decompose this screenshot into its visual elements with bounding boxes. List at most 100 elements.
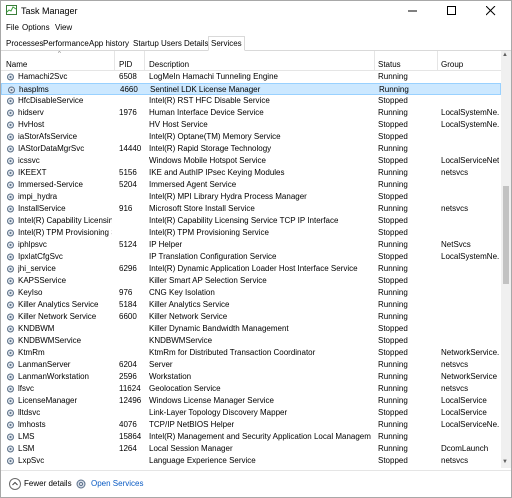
table-row[interactable]: IpxlatCfgSvc IP Translation Configuration… xyxy=(1,251,501,263)
gear-service-icon xyxy=(7,241,14,249)
table-row[interactable]: KtmRm KtmRm for Distributed Transaction C… xyxy=(1,347,501,359)
tab-app-history[interactable]: App history xyxy=(86,36,132,51)
maximize-icon xyxy=(447,6,456,15)
cell-status: Stopped xyxy=(378,324,408,333)
cell-status: Running xyxy=(378,288,408,297)
cell-pid: 15864 xyxy=(119,432,142,441)
cell-status: Stopped xyxy=(378,456,408,465)
cell-pid: 6600 xyxy=(119,312,137,321)
table-row[interactable]: HfcDisableService Intel(R) RST HFC Disabl… xyxy=(1,95,501,107)
gear-service-icon xyxy=(7,109,14,117)
table-row[interactable]: jhi_service 6296 Intel(R) Dynamic Applicat… xyxy=(1,263,501,275)
cell-group: LocalServiceNet... xyxy=(441,156,499,165)
tab-services[interactable]: Services xyxy=(208,36,245,51)
column-divider[interactable] xyxy=(437,51,438,70)
tab-performance[interactable]: Performance xyxy=(40,36,92,51)
table-row[interactable]: Intel(R) TPM Provisioning Se... Intel(R) … xyxy=(1,227,501,239)
tab-strip: Processes Performance App history Startu… xyxy=(1,36,511,51)
column-divider[interactable] xyxy=(374,51,375,70)
table-row[interactable]: InstallService 916 Microsoft Store Install… xyxy=(1,203,501,215)
table-row[interactable]: IKEEXT 5156 IKE and AuthIP IPsec Keying Mo… xyxy=(1,167,501,179)
gear-service-icon xyxy=(7,181,14,189)
gear-service-icon xyxy=(7,277,14,285)
cell-group: NetworkService xyxy=(441,372,498,381)
open-services-link[interactable]: Open Services xyxy=(91,479,143,488)
table-row[interactable]: IAStorDataMgrSvc 14440 Intel(R) Rapid Stor… xyxy=(1,143,501,155)
services-gear-icon[interactable] xyxy=(75,478,87,490)
column-header-group[interactable]: Group xyxy=(441,60,463,69)
cell-description: Local Session Manager xyxy=(149,444,233,453)
table-row[interactable]: LMS 15864 Intel(R) Management and Security… xyxy=(1,431,501,443)
table-row[interactable]: hasplms 4660 Sentinel LDK License Manager R… xyxy=(1,83,501,95)
cell-description: LogMeIn Hamachi Tunneling Engine xyxy=(149,72,278,81)
table-row[interactable]: LxpSvc Language Experience Service Stopped… xyxy=(1,455,501,467)
table-row[interactable]: LicenseManager 12496 Windows License Manag… xyxy=(1,395,501,407)
cell-group: netsvcs xyxy=(441,384,469,393)
cell-pid: 5156 xyxy=(119,168,137,177)
table-row[interactable]: lmhosts 4076 TCP/IP NetBIOS Helper Running L… xyxy=(1,419,501,431)
table-row[interactable]: iphlpsvc 5124 IP Helper Running NetSvcs xyxy=(1,239,501,251)
table-row[interactable]: icssvc Windows Mobile Hotspot Service Stop… xyxy=(1,155,501,167)
table-row[interactable]: Killer Analytics Service 5184 Killer Analy… xyxy=(1,299,501,311)
table-row[interactable]: Intel(R) Capability Licensing ... Intel(R… xyxy=(1,215,501,227)
menu-options[interactable]: Options xyxy=(22,23,50,32)
cell-status: Stopped xyxy=(378,348,408,357)
gear-service-icon xyxy=(7,421,14,429)
cell-group: netsvcs xyxy=(441,204,469,213)
chevron-up-icon[interactable] xyxy=(9,478,21,490)
scrollbar-thumb[interactable] xyxy=(503,186,509,284)
table-row[interactable]: LanmanWorkstation 2596 Workstation Running N… xyxy=(1,371,501,383)
chevron-up-glyph xyxy=(12,481,18,486)
cell-name: KNDBWM xyxy=(18,324,55,333)
cell-status: Stopped xyxy=(378,132,408,141)
tab-details[interactable]: Details xyxy=(181,36,211,51)
cell-description: Sentinel LDK License Manager xyxy=(150,85,261,94)
cell-group: netsvcs xyxy=(441,456,469,465)
maximize-button[interactable] xyxy=(438,1,466,20)
table-row[interactable]: LSM 1264 Local Session Manager Running DcomL… xyxy=(1,443,501,455)
column-header-name[interactable]: Name xyxy=(6,60,27,69)
table-row[interactable]: lltdsvc Link-Layer Topology Discovery Map… xyxy=(1,407,501,419)
gear-service-icon xyxy=(7,349,14,357)
table-row[interactable]: iaStorAfsService Intel(R) Optane(TM) Memo… xyxy=(1,131,501,143)
cell-name: lltdsvc xyxy=(18,408,41,417)
minimize-icon xyxy=(408,10,417,12)
scroll-down-icon[interactable]: ▼ xyxy=(502,459,508,465)
column-header-description[interactable]: Description xyxy=(149,60,189,69)
menu-view[interactable]: View xyxy=(55,23,72,32)
table-row[interactable]: Hamachi2Svc 6508 LogMeIn Hamachi Tunneling… xyxy=(1,71,501,83)
table-row[interactable]: hidserv 1976 Human Interface Device Servic… xyxy=(1,107,501,119)
menu-file[interactable]: File xyxy=(6,23,19,32)
table-row[interactable]: Immersed-Service 5204 Immersed Agent Servi… xyxy=(1,179,501,191)
column-header-status[interactable]: Status xyxy=(378,60,401,69)
scroll-up-icon[interactable]: ▲ xyxy=(502,52,508,58)
cell-status: Stopped xyxy=(378,96,408,105)
cell-description: KNDBWMService xyxy=(149,336,213,345)
table-row[interactable]: Killer Network Service 6600 Killer Network… xyxy=(1,311,501,323)
table-row[interactable]: KAPSService Killer Smart AP Selection Ser… xyxy=(1,275,501,287)
title-bar[interactable]: Task Manager xyxy=(1,1,511,20)
table-row[interactable]: KeyIso 976 CNG Key Isolation Running xyxy=(1,287,501,299)
cell-status: Running xyxy=(378,300,408,309)
table-row[interactable]: HvHost HV Host Service Stopped LocalSystemN… xyxy=(1,119,501,131)
close-button[interactable] xyxy=(477,1,505,20)
table-row[interactable]: KNDBWM Killer Dynamic Bandwidth Managemen… xyxy=(1,323,501,335)
cell-status: Running xyxy=(378,240,408,249)
column-divider[interactable] xyxy=(144,51,145,70)
vertical-scrollbar[interactable]: ▲ ▼ xyxy=(501,51,511,468)
table-row[interactable]: lfsvc 11624 Geolocation Service Running nets… xyxy=(1,383,501,395)
window-title: Task Manager xyxy=(21,6,78,16)
cell-status: Running xyxy=(378,312,408,321)
table-row[interactable]: LanmanServer 6204 Server Running netsvcs xyxy=(1,359,501,371)
cell-status: Stopped xyxy=(378,252,408,261)
cell-group: LocalSystemNe... xyxy=(441,120,499,129)
fewer-details-link[interactable]: Fewer details xyxy=(24,479,72,488)
cell-description: HV Host Service xyxy=(149,120,208,129)
table-row[interactable]: impi_hydra Intel(R) MPI Library Hydra Pro… xyxy=(1,191,501,203)
table-row[interactable]: KNDBWMService KNDBWMService Stopped xyxy=(1,335,501,347)
column-divider[interactable] xyxy=(114,51,115,70)
minimize-button[interactable] xyxy=(399,1,427,20)
column-header-pid[interactable]: PID xyxy=(119,60,132,69)
cell-description: IKE and AuthIP IPsec Keying Modules xyxy=(149,168,285,177)
gear-service-icon xyxy=(7,457,14,465)
